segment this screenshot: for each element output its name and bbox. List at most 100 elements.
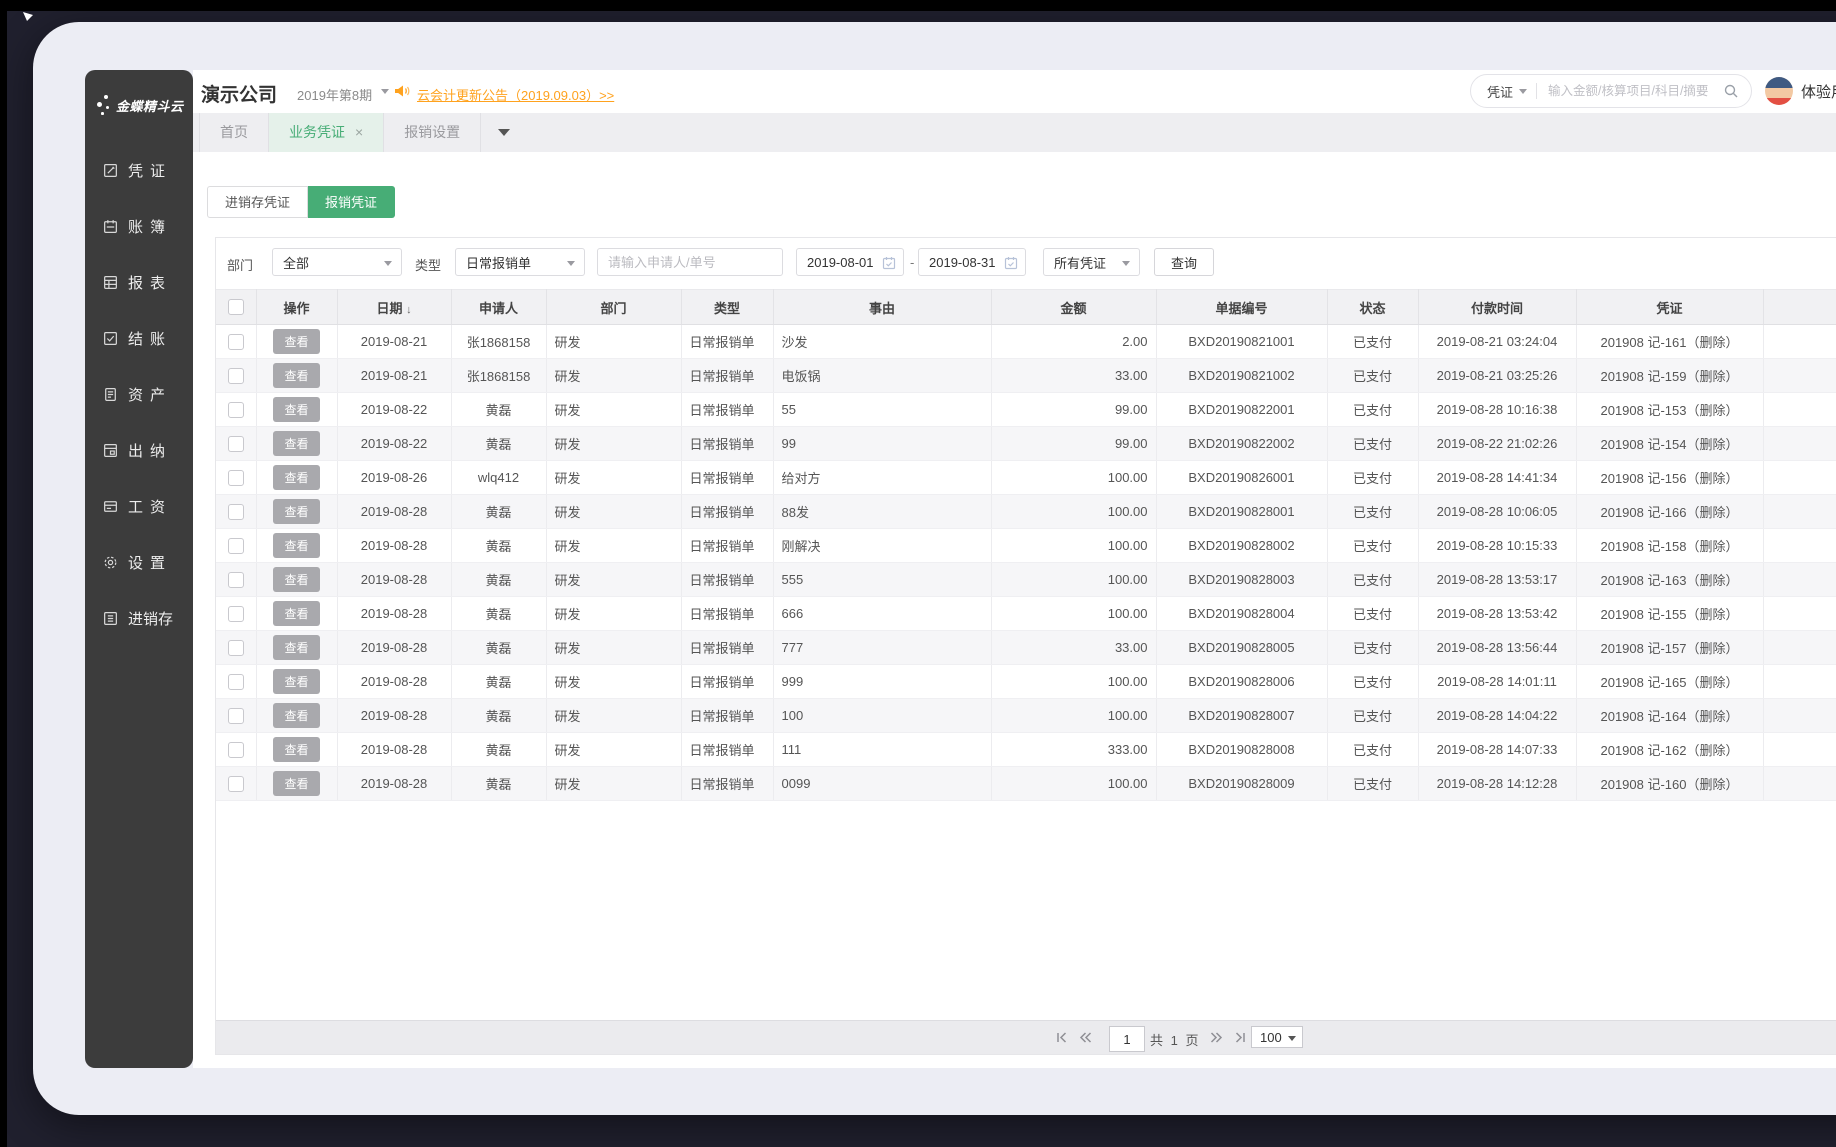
row-checkbox[interactable]: [227, 605, 244, 622]
cell-voucher[interactable]: 201908 记-153（删除）: [1576, 392, 1764, 427]
type-select[interactable]: 日常报销单: [455, 248, 585, 276]
cell-type: 日常报销单: [681, 426, 774, 461]
view-button[interactable]: 查看: [273, 703, 320, 728]
view-button[interactable]: 查看: [273, 465, 320, 490]
cell-voucher[interactable]: 201908 记-162（删除）: [1576, 732, 1764, 767]
search-input[interactable]: [1546, 83, 1723, 99]
sidebar-item-voucher[interactable]: 凭证: [85, 142, 193, 198]
cell-voucher[interactable]: 201908 记-165（删除）: [1576, 664, 1764, 699]
announcement-link[interactable]: 云会计更新公告（2019.09.03）>>: [417, 85, 614, 104]
sidebar-item-asset[interactable]: 资产: [85, 366, 193, 422]
page-number-input[interactable]: [1109, 1026, 1145, 1052]
row-checkbox[interactable]: [227, 571, 244, 588]
cell-date: 2019-08-22: [337, 392, 452, 427]
date-to-input[interactable]: 2019-08-31: [918, 248, 1026, 276]
row-checkbox[interactable]: [227, 435, 244, 452]
cell-voucher[interactable]: 201908 记-156（删除）: [1576, 460, 1764, 495]
cell-voucher[interactable]: 201908 记-166（删除）: [1576, 494, 1764, 529]
dept-select[interactable]: 全部: [272, 248, 402, 276]
cell-status: 已支付: [1327, 324, 1419, 359]
column-header[interactable]: 状态: [1327, 289, 1419, 325]
tab-close-icon[interactable]: ×: [355, 124, 363, 140]
column-header[interactable]: 单据编号: [1156, 289, 1328, 325]
row-checkbox[interactable]: [227, 775, 244, 792]
tab-list-dropdown[interactable]: [481, 113, 527, 152]
tab[interactable]: 报销设置: [384, 113, 482, 152]
tab[interactable]: 业务凭证 ×: [269, 113, 385, 152]
cell-voucher[interactable]: 201908 记-158（删除）: [1576, 528, 1764, 563]
cell-voucher[interactable]: 201908 记-160（删除）: [1576, 766, 1764, 801]
column-header[interactable]: 申请人: [451, 289, 547, 325]
view-button[interactable]: 查看: [273, 635, 320, 660]
speaker-icon: [393, 82, 411, 100]
row-action-cell: 查看: [256, 562, 338, 597]
cell-voucher[interactable]: 201908 记-159（删除）: [1576, 358, 1764, 393]
view-button[interactable]: 查看: [273, 771, 320, 796]
period-selector[interactable]: 2019年第8期: [297, 85, 372, 104]
column-header[interactable]: 事由: [773, 289, 992, 325]
row-checkbox[interactable]: [227, 741, 244, 758]
view-button[interactable]: 查看: [273, 363, 320, 388]
row-checkbox[interactable]: [227, 537, 244, 554]
row-checkbox[interactable]: [227, 639, 244, 656]
cell-voucher[interactable]: 201908 记-155（删除）: [1576, 596, 1764, 631]
row-checkbox[interactable]: [227, 673, 244, 690]
row-checkbox[interactable]: [227, 401, 244, 418]
voucher-filter-select[interactable]: 所有凭证: [1043, 248, 1140, 276]
row-checkbox[interactable]: [227, 707, 244, 724]
sidebar-item-payroll[interactable]: 工资: [85, 478, 193, 534]
cell-voucher[interactable]: 201908 记-157（删除）: [1576, 630, 1764, 665]
sidebar-item-report[interactable]: 报表: [85, 254, 193, 310]
settings-icon: [102, 554, 119, 571]
select-all-checkbox[interactable]: [227, 299, 244, 316]
cell-status: 已支付: [1327, 766, 1419, 801]
cell-type: 日常报销单: [681, 698, 774, 733]
date-from-input[interactable]: 2019-08-01: [796, 248, 904, 276]
last-page-icon[interactable]: [1233, 1030, 1248, 1045]
cell-type: 日常报销单: [681, 732, 774, 767]
applicant-input[interactable]: [597, 248, 783, 276]
search-icon[interactable]: [1723, 83, 1739, 99]
cell-voucher[interactable]: 201908 记-163（删除）: [1576, 562, 1764, 597]
cell-voucher[interactable]: 201908 记-164（删除）: [1576, 698, 1764, 733]
row-checkbox[interactable]: [227, 367, 244, 384]
page-size-select[interactable]: 100: [1251, 1026, 1303, 1048]
view-button[interactable]: 查看: [273, 533, 320, 558]
cell-voucher[interactable]: 201908 记-161（删除）: [1576, 324, 1764, 359]
row-checkbox[interactable]: [227, 333, 244, 350]
column-header[interactable]: 部门: [546, 289, 682, 325]
search-category-select[interactable]: 凭证: [1487, 82, 1513, 101]
view-button[interactable]: 查看: [273, 669, 320, 694]
cell-doc-number: BXD20190828005: [1156, 630, 1328, 665]
prev-page-icon[interactable]: [1078, 1030, 1093, 1045]
column-header[interactable]: 金额: [991, 289, 1157, 325]
sidebar-item-inventory[interactable]: 进销存: [85, 590, 193, 646]
sidebar-item-cashier[interactable]: 出纳: [85, 422, 193, 478]
query-button[interactable]: 查询: [1154, 248, 1215, 276]
view-button[interactable]: 查看: [273, 601, 320, 626]
view-button[interactable]: 查看: [273, 397, 320, 422]
first-page-icon[interactable]: [1054, 1030, 1069, 1045]
column-header[interactable]: 付款时间: [1418, 289, 1577, 325]
tab[interactable]: 首页: [199, 113, 269, 152]
column-header[interactable]: 凭证: [1576, 289, 1764, 325]
inventory-voucher-button[interactable]: 进销存凭证: [207, 186, 309, 218]
expense-voucher-button[interactable]: 报销凭证: [308, 186, 396, 218]
view-button[interactable]: 查看: [273, 567, 320, 592]
sidebar-item-ledger[interactable]: 账簿: [85, 198, 193, 254]
row-checkbox[interactable]: [227, 503, 244, 520]
cell-voucher[interactable]: 201908 记-154（删除）: [1576, 426, 1764, 461]
view-button[interactable]: 查看: [273, 431, 320, 456]
column-header[interactable]: 日期 ↓: [337, 289, 452, 325]
view-button[interactable]: 查看: [273, 329, 320, 354]
column-header[interactable]: 类型: [681, 289, 774, 325]
avatar[interactable]: [1765, 77, 1793, 105]
view-button[interactable]: 查看: [273, 737, 320, 762]
row-checkbox[interactable]: [227, 469, 244, 486]
sidebar-item-closing[interactable]: 结账: [85, 310, 193, 366]
view-button[interactable]: 查看: [273, 499, 320, 524]
next-page-icon[interactable]: [1209, 1030, 1224, 1045]
tab-label: 业务凭证: [289, 124, 345, 140]
column-header[interactable]: 操作: [256, 289, 338, 325]
sidebar-item-settings[interactable]: 设置: [85, 534, 193, 590]
